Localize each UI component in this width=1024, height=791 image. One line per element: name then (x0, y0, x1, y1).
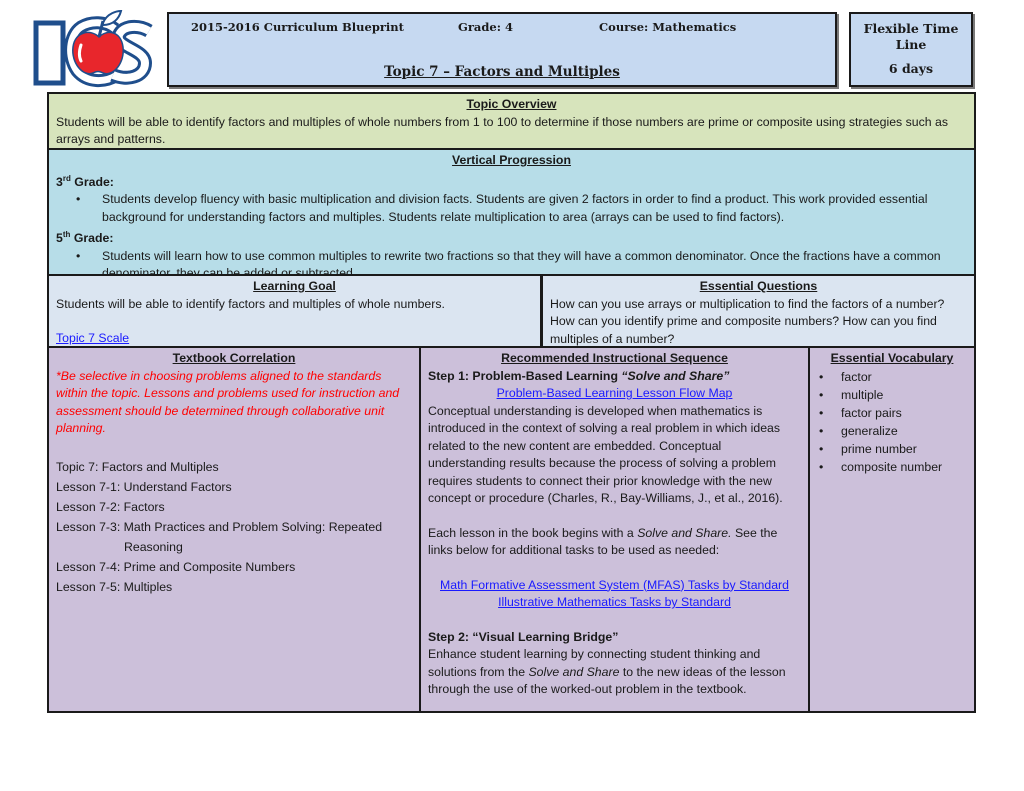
header-box: 2015-2016 Curriculum Blueprint Grade: 4 … (167, 12, 837, 87)
lesson-flow-map-link[interactable]: Problem-Based Learning Lesson Flow Map (497, 386, 733, 400)
essential-questions-text: How can you use arrays or multiplication… (550, 296, 945, 346)
vocab-item: factor (819, 368, 967, 386)
essential-vocabulary-section: Essential Vocabulary factor multiple fac… (810, 348, 974, 711)
vocab-item: composite number (819, 458, 967, 476)
each-lesson-text: Each lesson in the book begins with a So… (428, 525, 778, 558)
course-label: Course: Mathematics (599, 20, 737, 34)
textbook-correlation-section: Textbook Correlation *Be selective in ch… (49, 348, 419, 711)
vocab-item: generalize (819, 422, 967, 440)
essential-vocabulary-heading: Essential Vocabulary (830, 351, 954, 365)
instructional-sequence-section: Recommended Instructional Sequence Step … (421, 348, 808, 711)
timeline-box: Flexible Time Line 6 days (849, 12, 973, 87)
textbook-note: *Be selective in choosing problems align… (56, 368, 400, 436)
step-2-text: Enhance student learning by connecting s… (428, 647, 786, 696)
grade-3-bullet: Students develop fluency with basic mult… (76, 191, 967, 226)
timeline-label: Flexible Time Line (863, 21, 959, 52)
topic-overview-text: Students will be able to identify factor… (56, 114, 948, 147)
ics-logo-graphic (33, 9, 153, 87)
list-item: Lesson 7-1: Understand Factors (56, 479, 232, 494)
illustrative-math-link[interactable]: Illustrative Mathematics Tasks by Standa… (498, 595, 731, 609)
textbook-correlation-heading: Textbook Correlation (172, 351, 296, 365)
list-item: Lesson 7-5: Multiples (56, 579, 173, 594)
timeline-value: 6 days (888, 61, 934, 76)
list-item: Reasoning (124, 539, 183, 554)
learning-goal-section: Learning Goal Students will be able to i… (49, 276, 540, 346)
step-1-label: Step 1: Problem-Based Learning “Solve an… (428, 368, 730, 383)
topic-title: Topic 7 – Factors and Multiples (384, 64, 620, 80)
list-item: Lesson 7-3: Math Practices and Problem S… (56, 519, 383, 534)
vertical-progression-heading: Vertical Progression (452, 153, 571, 167)
grade-5-label: 5th Grade: (56, 230, 114, 246)
list-item: Lesson 7-2: Factors (56, 499, 165, 514)
topic-overview-section: Topic Overview Students will be able to … (49, 94, 974, 148)
step-2-label: Step 2: “Visual Learning Bridge” (428, 629, 619, 644)
vocab-item: factor pairs (819, 404, 967, 422)
step-1-text: Conceptual understanding is developed wh… (428, 403, 783, 506)
blueprint-label: 2015-2016 Curriculum Blueprint (191, 20, 404, 34)
vertical-progression-section: Vertical Progression 3rd Grade: Students… (49, 150, 974, 280)
essential-questions-heading: Essential Questions (699, 279, 818, 293)
grade-3-label: 3rd Grade: (56, 173, 114, 189)
topic-scale-link[interactable]: Topic 7 Scale (56, 331, 129, 345)
learning-goal-text: Students will be able to identify factor… (56, 296, 445, 311)
ics-logo (33, 9, 155, 89)
learning-goal-heading: Learning Goal (253, 279, 336, 293)
vocab-item: prime number (819, 440, 967, 458)
list-item: Lesson 7-4: Prime and Composite Numbers (56, 559, 296, 574)
grade-label: Grade: 4 (458, 20, 513, 34)
topic-overview-heading: Topic Overview (466, 97, 557, 111)
blueprint-table: Topic Overview Students will be able to … (47, 92, 976, 713)
vocab-item: multiple (819, 386, 967, 404)
list-item: Topic 7: Factors and Multiples (56, 459, 219, 474)
instructional-sequence-heading: Recommended Instructional Sequence (501, 351, 728, 365)
essential-questions-section: Essential Questions How can you use arra… (543, 276, 974, 346)
mfas-tasks-link[interactable]: Math Formative Assessment System (MFAS) … (440, 578, 789, 592)
